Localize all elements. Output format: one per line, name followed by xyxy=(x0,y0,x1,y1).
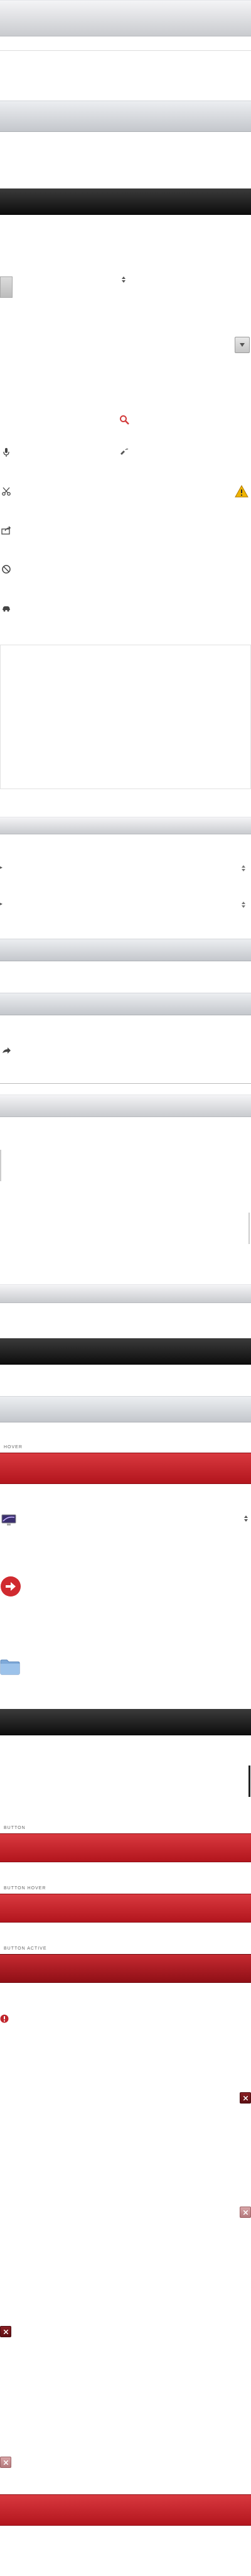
toolbar-light xyxy=(0,1094,251,1117)
sort-arrows-icon xyxy=(242,902,245,908)
divider xyxy=(0,1083,251,1084)
toolbar-dark xyxy=(0,1338,251,1365)
microphone-icon xyxy=(3,448,9,457)
toolbar-light xyxy=(0,1396,251,1422)
share-icon xyxy=(1,526,11,535)
right-edge-marker xyxy=(248,1213,250,1244)
close-button[interactable] xyxy=(0,2457,11,2468)
close-button[interactable] xyxy=(0,2326,11,2337)
display-icon xyxy=(1,1514,16,1525)
list-header-bar xyxy=(0,817,251,834)
warning-icon xyxy=(235,485,248,498)
toolbar-light xyxy=(0,1284,251,1303)
toolbar-dark xyxy=(0,188,251,215)
close-icon xyxy=(4,2460,8,2465)
close-icon xyxy=(4,2330,8,2334)
bullet-icon: ▸ xyxy=(0,901,3,907)
arrow-circle-icon[interactable] xyxy=(0,1576,21,1597)
close-button[interactable] xyxy=(240,2207,251,2218)
folder-icon xyxy=(0,1659,20,1675)
button-label: button xyxy=(4,1826,26,1830)
content-panel xyxy=(0,645,251,789)
error-icon xyxy=(0,2014,9,2023)
car-icon xyxy=(3,606,10,612)
button-hover-label: button hover xyxy=(4,1886,46,1891)
left-grey-block[interactable] xyxy=(0,276,13,298)
toolbar-light xyxy=(0,939,251,961)
left-edge-marker xyxy=(0,1150,1,1181)
sort-arrows-icon[interactable] xyxy=(243,1515,248,1522)
toolbar-dark xyxy=(0,1709,251,1735)
red-button-hover[interactable] xyxy=(0,1894,251,1923)
forward-arrow-icon[interactable] xyxy=(1,1045,11,1056)
chevron-down-icon xyxy=(240,343,245,347)
top-header-bar xyxy=(0,0,251,36)
red-footer-bar xyxy=(0,2494,251,2526)
right-edge-marker xyxy=(248,1766,250,1797)
red-button-hover[interactable] xyxy=(0,1453,251,1484)
red-button[interactable] xyxy=(0,1833,251,1862)
close-icon xyxy=(243,2096,248,2100)
close-button[interactable] xyxy=(240,2092,251,2104)
scissors-icon xyxy=(2,487,11,496)
list-item[interactable]: ▸ xyxy=(0,897,251,912)
satellite-icon xyxy=(120,449,129,455)
divider xyxy=(0,50,251,51)
dropdown-button[interactable] xyxy=(235,337,250,353)
toolbar-light xyxy=(0,993,251,1015)
sort-arrows-icon[interactable] xyxy=(121,276,126,283)
toolbar-light xyxy=(0,101,251,132)
bullet-icon: ▸ xyxy=(0,865,3,870)
search-icon[interactable] xyxy=(119,415,129,425)
hover-label: hover xyxy=(4,1445,23,1449)
no-entry-icon xyxy=(2,565,11,574)
red-button-active[interactable] xyxy=(0,1954,251,1983)
list-item[interactable]: ▸ xyxy=(0,861,251,876)
button-active-label: button active xyxy=(4,1946,47,1951)
close-icon xyxy=(243,2210,248,2215)
sort-arrows-icon xyxy=(242,865,245,871)
